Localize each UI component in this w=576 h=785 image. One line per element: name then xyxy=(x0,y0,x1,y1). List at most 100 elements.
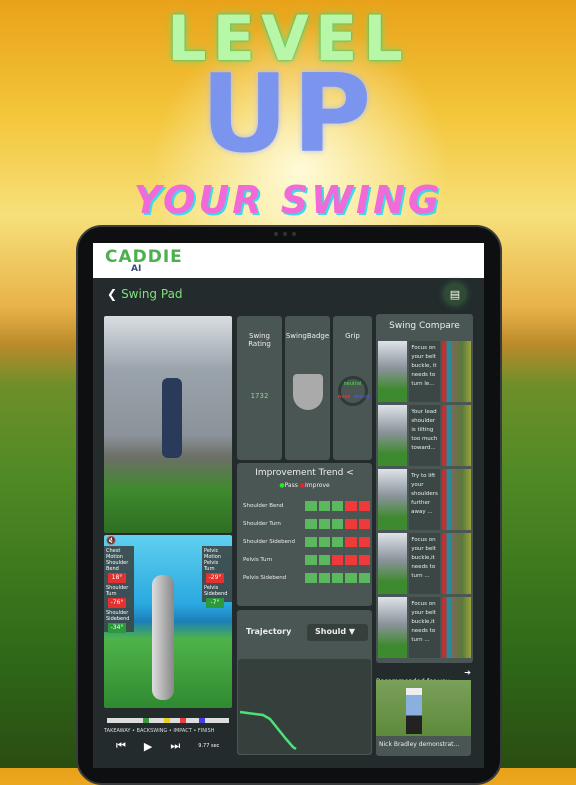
trend-row-label: Pelvis Turn xyxy=(243,557,273,563)
chest-motion-title: Chest Motion xyxy=(106,548,123,560)
trajectory-title: Trajectory xyxy=(246,627,292,636)
back-chevron-icon[interactable]: ❮ xyxy=(107,287,117,301)
trend-cell-improve xyxy=(358,501,370,511)
metric-label: Pelvis Turn xyxy=(204,560,219,572)
trend-cell-pass xyxy=(305,537,317,547)
metric-label: Shoulder Sidebend xyxy=(106,610,130,622)
trend-row: Shoulder Sidebend xyxy=(237,533,372,551)
trend-row: Shoulder Bend xyxy=(237,497,372,515)
replay-duration[interactable]: 9.77 sec xyxy=(198,743,219,749)
compare-item[interactable]: Your lead shoulder is tilting too much t… xyxy=(378,405,471,466)
golfer-figure xyxy=(162,378,182,458)
pelvic-motion-title: Pelvic Motion xyxy=(204,548,221,560)
pro-swing-thumbnail xyxy=(441,533,471,594)
trend-cell-pass xyxy=(331,519,344,529)
trend-cell-pass xyxy=(318,501,330,511)
trend-cell-improve xyxy=(345,519,357,529)
pro-swing-thumbnail xyxy=(441,405,471,466)
compare-item[interactable]: Focus on your belt buckle, it needs to t… xyxy=(378,341,471,402)
compare-tip: Try to lift your shoulders further away … xyxy=(409,469,440,530)
metric-label: Pelvis Sidebend xyxy=(204,585,228,597)
trend-cell-improve xyxy=(358,555,370,565)
trend-cell-pass xyxy=(331,501,344,511)
trajectory-plot xyxy=(238,659,371,754)
trend-row-label: Shoulder Turn xyxy=(243,521,281,527)
user-swing-thumbnail xyxy=(378,533,408,594)
pro-swing-thumbnail xyxy=(441,597,471,658)
trend-cell-pass xyxy=(345,573,357,583)
legend-improve: Improve xyxy=(305,482,330,489)
trend-cell-improve xyxy=(331,555,344,565)
scrubber[interactable] xyxy=(107,718,229,723)
grip-gauge: neutral weak strong xyxy=(337,376,369,406)
trend-cell-pass xyxy=(305,573,317,583)
badge-shield-icon xyxy=(292,374,323,410)
grip-weak: weak xyxy=(337,394,351,400)
trend-cell-pass xyxy=(358,573,370,583)
pro-swing-thumbnail xyxy=(441,469,471,530)
swing-rating-value: 1732 xyxy=(250,392,269,400)
trend-row-label: Pelvis Sidebend xyxy=(243,575,287,581)
trajectory-card: Trajectory Should ▼ xyxy=(237,610,372,755)
trend-cell-pass xyxy=(318,555,330,565)
mute-icon[interactable]: 🔇 xyxy=(106,536,116,545)
recommended-video[interactable]: Nick Bradley demonstrat... xyxy=(376,680,471,756)
chest-motion-panel: Chest Motion Shoulder Bend 18° Shoulder T… xyxy=(104,546,134,633)
app-screen: CADDIE AI ❮ Swing Pad ▤ 🔇 Chest Motion S… xyxy=(93,243,484,768)
skip-back-icon[interactable]: ⏮ xyxy=(116,739,126,753)
swing-badge-card[interactable]: SwingBadge xyxy=(285,316,330,460)
metric-value: -29° xyxy=(206,573,224,583)
trajectory-dropdown[interactable]: Should ▼ xyxy=(307,624,368,641)
recommended-video-title: Nick Bradley demonstrat... xyxy=(379,741,460,748)
recommended-section: Recommended for you ➔ Nick Bradley demon… xyxy=(376,668,473,756)
mannequin-figure xyxy=(152,575,174,700)
metric-value: 18° xyxy=(108,573,126,583)
swing-compare-card: Swing Compare Focus on your belt buckle,… xyxy=(376,314,473,663)
camera xyxy=(260,232,310,236)
improvement-trend-card: Improvement Trend < ●Pass ●Improve Shoul… xyxy=(237,463,372,606)
metric-value: -7° xyxy=(206,598,224,608)
grip-neutral: neutral xyxy=(343,381,362,387)
compare-item[interactable]: Try to lift your shoulders further away … xyxy=(378,469,471,530)
compare-item[interactable]: Focus on your belt buckle,it needs to tu… xyxy=(378,533,471,594)
metric-label: Shoulder Turn xyxy=(106,585,129,597)
pelvic-motion-panel: Pelvic Motion Pelvis Turn -29° Pelvis Sid… xyxy=(202,546,232,608)
compare-tip: Focus on your belt buckle,it needs to tu… xyxy=(409,533,440,594)
trend-cell-improve xyxy=(358,537,370,547)
swing-video[interactable] xyxy=(104,316,232,533)
grip-card[interactable]: Grip neutral weak strong xyxy=(333,316,372,460)
phase-legend: TAKEAWAY • BACKSWING • IMPACT • FINISH xyxy=(104,728,215,734)
3d-swing-animation[interactable]: 🔇 Chest Motion Shoulder Bend 18° Shoulder… xyxy=(104,535,232,708)
trend-cell-improve xyxy=(345,555,357,565)
compare-item[interactable]: Focus on your belt buckle,it needs to tu… xyxy=(378,597,471,658)
arrow-right-icon[interactable]: ➔ xyxy=(464,668,471,677)
share-icon[interactable]: < xyxy=(346,468,354,478)
app-header: CADDIE AI xyxy=(93,243,484,278)
skip-forward-icon[interactable]: ⏭ xyxy=(170,739,180,753)
trend-cell-pass xyxy=(331,537,344,547)
trend-row-label: Shoulder Bend xyxy=(243,503,284,509)
grip-label: Grip xyxy=(345,332,360,340)
swing-compare-title: Swing Compare xyxy=(389,321,460,331)
user-swing-thumbnail xyxy=(378,469,408,530)
user-swing-thumbnail xyxy=(378,597,408,658)
nav-bar: ❮ Swing Pad ▤ xyxy=(93,278,484,310)
metric-value: -76° xyxy=(108,598,126,608)
chat-icon[interactable]: ▤ xyxy=(444,283,466,305)
play-icon[interactable]: ▶ xyxy=(144,740,152,753)
user-swing-thumbnail xyxy=(378,405,408,466)
trend-cell-pass xyxy=(305,501,317,511)
trend-cell-pass xyxy=(318,537,330,547)
legend-pass: Pass xyxy=(284,482,298,489)
pro-swing-thumbnail xyxy=(441,341,471,402)
swing-rating-card[interactable]: Swing Rating 1732 xyxy=(237,316,282,460)
trend-row-label: Shoulder Sidebend xyxy=(243,539,295,545)
trend-cell-pass xyxy=(305,555,317,565)
trend-cell-pass xyxy=(318,519,330,529)
trend-row: Pelvis Turn xyxy=(237,551,372,569)
video-timeline: TAKEAWAY • BACKSWING • IMPACT • FINISH ⏮… xyxy=(104,715,232,765)
trend-title: Improvement Trend xyxy=(255,468,344,478)
page-title: Swing Pad xyxy=(121,287,183,301)
trend-row: Shoulder Turn xyxy=(237,515,372,533)
swing-rating-label: Swing Rating xyxy=(248,332,271,348)
